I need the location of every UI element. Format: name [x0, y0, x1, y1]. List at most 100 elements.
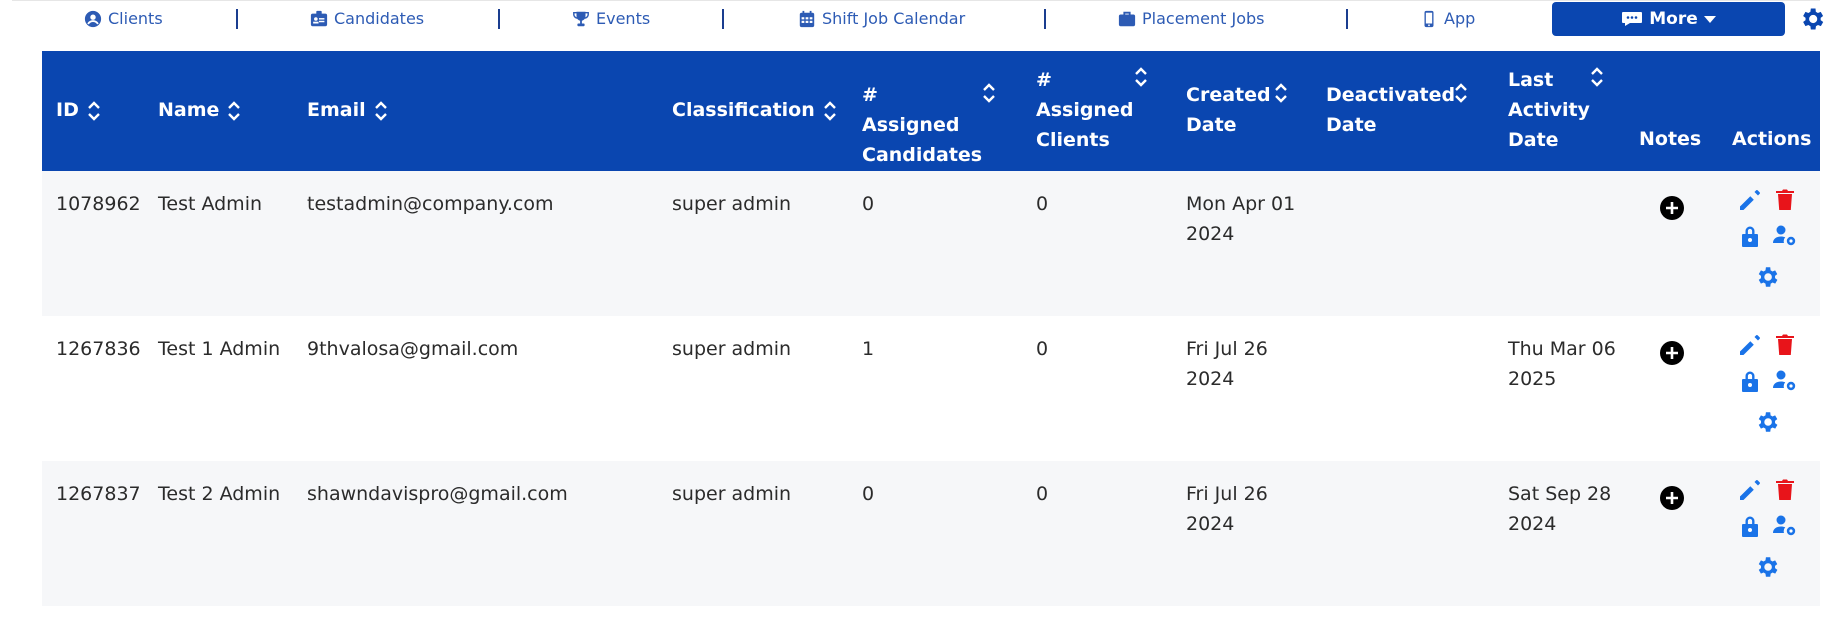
th-created-date[interactable]: Created Date	[1186, 80, 1276, 140]
nav-label: App	[1444, 9, 1476, 28]
lock-icon[interactable]	[1737, 368, 1763, 394]
th-label: Last Activity Date	[1508, 69, 1590, 151]
delete-icon[interactable]	[1772, 332, 1798, 358]
cell-created-date: Fri Jul 26 2024	[1186, 334, 1268, 394]
nav-app[interactable]: App	[1420, 9, 1475, 28]
sort-icon[interactable]	[1274, 81, 1288, 105]
date-line: Thu Mar 06	[1508, 338, 1616, 360]
edit-icon[interactable]	[1737, 187, 1763, 213]
cell-last-activity-date: Thu Mar 06 2025	[1508, 334, 1616, 394]
th-label: ID	[56, 99, 79, 121]
id-badge-icon	[310, 10, 328, 26]
cell-assigned-candidates: 1	[862, 338, 875, 360]
date-line: Fri Jul 26	[1186, 483, 1268, 505]
user-settings-icon[interactable]	[1772, 368, 1798, 394]
add-note-icon[interactable]	[1659, 195, 1685, 221]
cell-email: testadmin@company.com	[307, 193, 554, 215]
table-header: ID Name Email Classification # Assigned …	[42, 51, 1820, 171]
sort-icon[interactable]	[1134, 65, 1148, 89]
nav-divider	[1044, 9, 1046, 29]
th-notes: Notes	[1639, 124, 1701, 154]
cell-name: Test 2 Admin	[158, 483, 281, 505]
briefcase-icon	[1118, 11, 1136, 26]
more-label: More	[1649, 9, 1698, 29]
sort-icon[interactable]	[982, 81, 996, 105]
cell-name: Test 1 Admin	[158, 338, 281, 360]
cell-classification: super admin	[672, 338, 792, 360]
date-line: Sat Sep 28	[1508, 483, 1612, 505]
edit-icon[interactable]	[1737, 477, 1763, 503]
th-label: Classification	[672, 99, 815, 121]
gear-icon[interactable]	[1754, 554, 1780, 580]
sort-icon	[374, 100, 387, 121]
nav-label: Events	[596, 9, 651, 28]
th-id[interactable]: ID	[56, 95, 101, 125]
nav-label: Candidates	[334, 9, 425, 28]
cell-classification: super admin	[672, 483, 792, 505]
th-email[interactable]: Email	[307, 95, 388, 125]
cell-assigned-clients: 0	[1036, 193, 1049, 215]
th-label: Actions	[1732, 128, 1812, 150]
th-assigned-candidates[interactable]: # Assigned Candidates	[862, 80, 982, 170]
date-line: 2024	[1508, 513, 1557, 535]
user-circle-icon	[84, 10, 102, 27]
nav-divider	[236, 9, 238, 29]
th-assigned-clients[interactable]: # Assigned Clients	[1036, 65, 1136, 155]
cell-id: 1078962	[56, 193, 141, 215]
nav-placement-jobs[interactable]: Placement Jobs	[1118, 9, 1264, 28]
cell-id: 1267837	[56, 483, 141, 505]
sort-icon	[823, 100, 836, 121]
nav-events[interactable]: Events	[572, 9, 650, 28]
cell-id: 1267836	[56, 338, 141, 360]
cell-assigned-clients: 0	[1036, 483, 1049, 505]
th-label: Deactivated Date	[1326, 84, 1456, 136]
nav-divider	[498, 9, 500, 29]
user-settings-icon[interactable]	[1772, 513, 1798, 539]
cell-classification: super admin	[672, 193, 792, 215]
delete-icon[interactable]	[1772, 187, 1798, 213]
th-label: # Assigned Clients	[1036, 69, 1134, 151]
date-line: 2024	[1186, 368, 1235, 390]
gear-icon[interactable]	[1798, 5, 1826, 33]
th-label: # Assigned Candidates	[862, 84, 983, 166]
add-note-icon[interactable]	[1659, 485, 1685, 511]
nav-divider	[722, 9, 724, 29]
date-line: Mon Apr 01	[1186, 193, 1296, 215]
sort-icon	[87, 100, 100, 121]
top-nav: Clients Candidates Events Shift Job Cale…	[12, 0, 1824, 36]
caret-down-icon	[1703, 15, 1716, 23]
add-note-icon[interactable]	[1659, 340, 1685, 366]
th-name[interactable]: Name	[158, 95, 241, 125]
date-line: Fri Jul 26	[1186, 338, 1268, 360]
nav-label: Placement Jobs	[1142, 9, 1265, 28]
th-label: Email	[307, 99, 366, 121]
th-actions: Actions	[1732, 124, 1811, 154]
calendar-icon	[799, 10, 815, 27]
nav-candidates[interactable]: Candidates	[310, 9, 424, 28]
gear-icon[interactable]	[1754, 409, 1780, 435]
user-settings-icon[interactable]	[1772, 223, 1798, 249]
th-last-activity-date[interactable]: Last Activity Date	[1508, 65, 1598, 155]
table-row: 1267836 Test 1 Admin 9thvalosa@gmail.com…	[42, 316, 1820, 461]
nav-label: Clients	[108, 9, 163, 28]
nav-clients[interactable]: Clients	[84, 9, 163, 28]
cell-email: 9thvalosa@gmail.com	[307, 338, 519, 360]
cell-assigned-candidates: 0	[862, 483, 875, 505]
sort-icon	[228, 100, 241, 121]
sort-icon[interactable]	[1590, 65, 1604, 89]
delete-icon[interactable]	[1772, 477, 1798, 503]
mobile-icon	[1424, 10, 1434, 27]
more-button[interactable]: More	[1552, 2, 1785, 36]
th-classification[interactable]: Classification	[672, 95, 837, 125]
lock-icon[interactable]	[1737, 513, 1763, 539]
cell-created-date: Mon Apr 01 2024	[1186, 189, 1295, 249]
gear-icon[interactable]	[1754, 264, 1780, 290]
th-deactivated-date[interactable]: Deactivated Date	[1326, 80, 1456, 140]
th-label: Notes	[1639, 128, 1702, 150]
cell-last-activity-date: Sat Sep 28 2024	[1508, 479, 1611, 539]
lock-icon[interactable]	[1737, 223, 1763, 249]
nav-shift-job-calendar[interactable]: Shift Job Calendar	[798, 9, 965, 28]
table-row: 1267837 Test 2 Admin shawndavispro@gmail…	[42, 461, 1820, 606]
edit-icon[interactable]	[1737, 332, 1763, 358]
sort-icon[interactable]	[1454, 81, 1468, 105]
